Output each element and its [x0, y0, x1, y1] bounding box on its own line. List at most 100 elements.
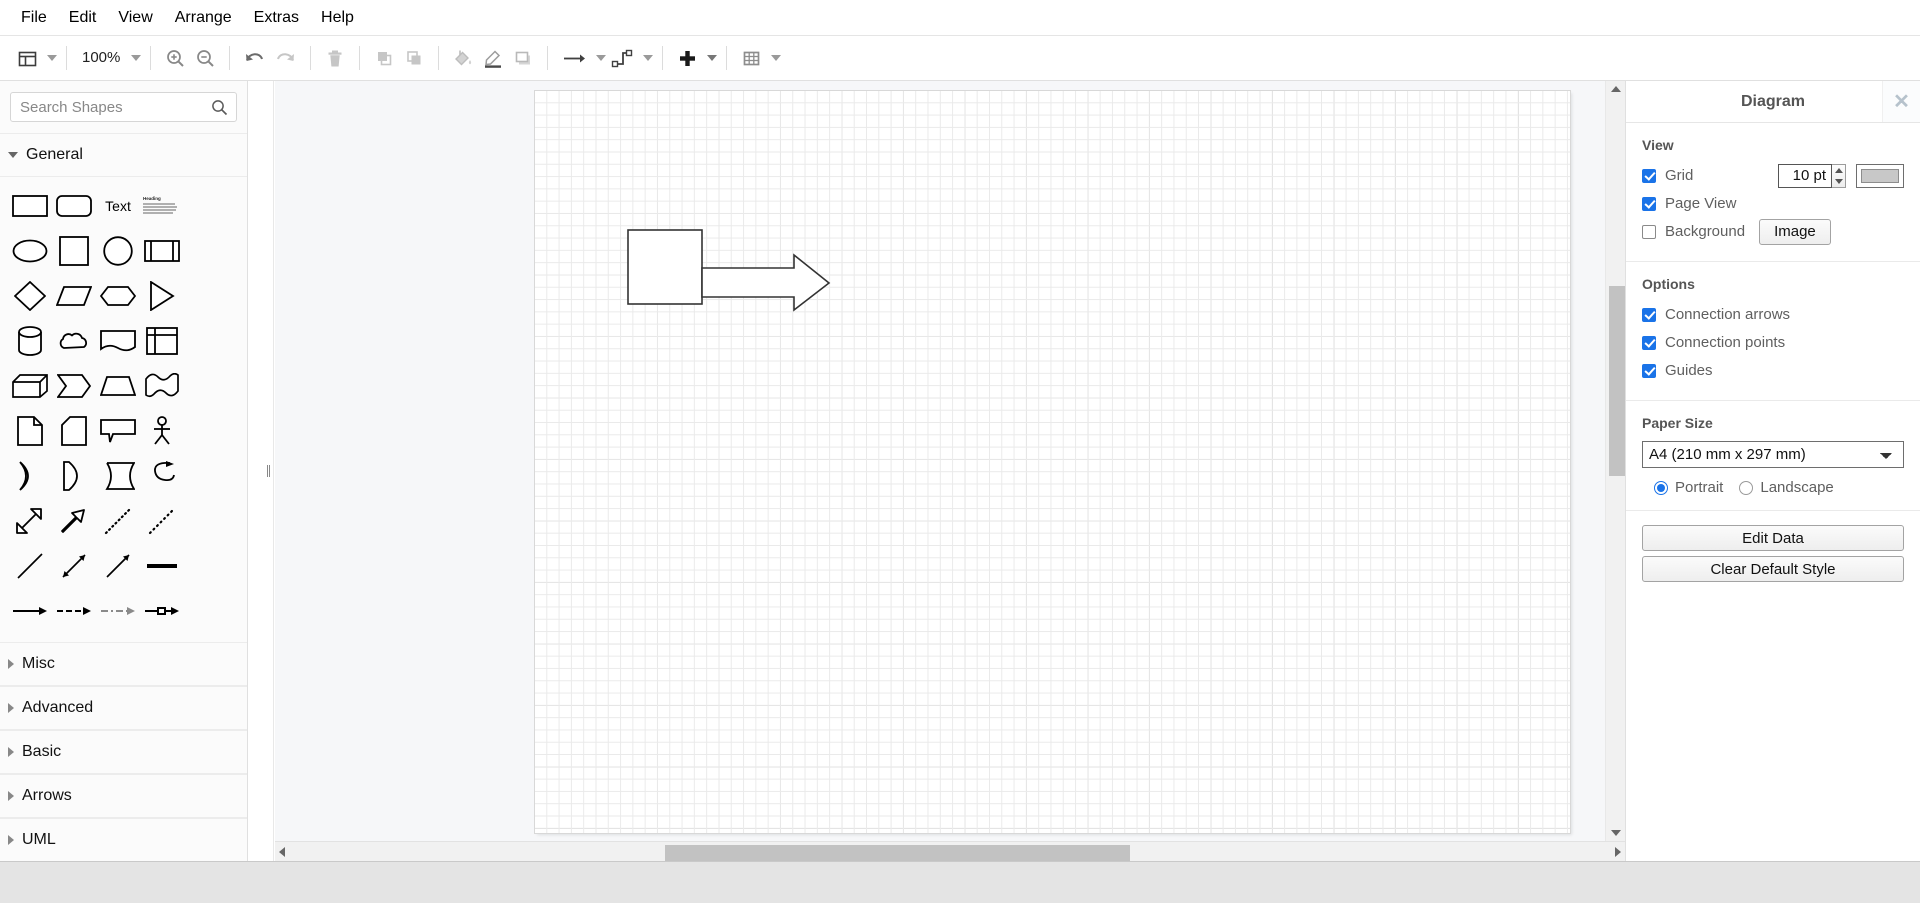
line-color-icon[interactable] [478, 43, 508, 73]
landscape-radio[interactable] [1739, 480, 1754, 495]
grid-checkbox[interactable] [1642, 168, 1656, 183]
shape-curved-arrow[interactable] [140, 455, 184, 497]
shape-ellipse[interactable] [8, 230, 52, 272]
stepper-up-icon[interactable] [1834, 167, 1843, 173]
sidebar-section-uml[interactable]: UML [0, 818, 247, 861]
connection-arrow-icon[interactable] [557, 43, 591, 73]
shape-bidirectional-arrow[interactable] [52, 545, 96, 587]
chevron-down-icon[interactable] [131, 55, 142, 61]
shape-dashed-arrow[interactable] [52, 590, 96, 632]
sidebar-section-misc[interactable]: Misc [0, 642, 247, 686]
fill-color-icon[interactable] [448, 43, 478, 73]
shape-textbox-heading[interactable]: Heading [140, 185, 184, 227]
guides-checkbox[interactable] [1642, 363, 1656, 378]
zoom-in-icon[interactable] [160, 43, 190, 73]
menu-file[interactable]: File [10, 4, 58, 32]
search-shapes-box[interactable] [10, 92, 237, 122]
chevron-down-icon[interactable] [771, 55, 782, 61]
shape-step[interactable] [52, 365, 96, 407]
canvas-vscrollbar[interactable] [1605, 81, 1625, 841]
shape-card[interactable] [52, 410, 96, 452]
view-layout-dropdown[interactable] [12, 43, 57, 73]
shape-diamond[interactable] [8, 275, 52, 317]
plus-icon[interactable] [672, 43, 702, 73]
sidebar-section-advanced[interactable]: Advanced [0, 686, 247, 730]
scroll-down-arrow-icon[interactable] [1611, 830, 1621, 836]
shape-trapezoid[interactable] [96, 365, 140, 407]
chevron-down-icon[interactable] [643, 55, 654, 61]
square-shape[interactable] [627, 229, 703, 305]
shape-single-arrow-outline[interactable] [52, 500, 96, 542]
menu-arrange[interactable]: Arrange [164, 4, 243, 32]
shape-text[interactable]: Text [96, 185, 140, 227]
shape-tape[interactable] [140, 365, 184, 407]
shape-hexagon[interactable] [96, 275, 140, 317]
scroll-right-arrow-icon[interactable] [1615, 847, 1621, 857]
stepper-down-icon[interactable] [1834, 178, 1843, 184]
shape-callout[interactable] [96, 410, 140, 452]
background-image-button[interactable]: Image [1759, 218, 1831, 245]
clear-default-style-button[interactable]: Clear Default Style [1642, 556, 1904, 582]
canvas-vscroll-thumb[interactable] [1609, 286, 1625, 476]
grid-size-stepper[interactable] [1832, 163, 1846, 188]
connection-arrow-dropdown[interactable] [557, 43, 607, 73]
paper-size-select[interactable]: A4 (210 mm x 297 mm) [1642, 441, 1904, 468]
table-icon[interactable] [736, 43, 766, 73]
shape-cylinder[interactable] [8, 320, 52, 362]
shape-thick-line[interactable] [140, 545, 184, 587]
search-icon[interactable] [211, 99, 228, 116]
shape-directional-arrow[interactable] [96, 545, 140, 587]
menu-view[interactable]: View [107, 4, 163, 32]
trash-icon[interactable] [320, 43, 350, 73]
bring-to-front-icon[interactable] [369, 43, 399, 73]
shape-square[interactable] [52, 230, 96, 272]
shape-document[interactable] [96, 320, 140, 362]
shape-triangle[interactable] [140, 275, 184, 317]
shape-internal-storage[interactable] [140, 320, 184, 362]
shape-line[interactable] [8, 545, 52, 587]
zoom-dropdown[interactable]: 100% [76, 48, 142, 68]
shape-circle[interactable] [96, 230, 140, 272]
shape-cube[interactable] [8, 365, 52, 407]
zoom-level-label[interactable]: 100% [76, 48, 126, 68]
shape-or[interactable] [8, 455, 52, 497]
table-dropdown[interactable] [736, 43, 782, 73]
connection-arrows-checkbox[interactable] [1642, 307, 1656, 322]
sidebar-section-arrows[interactable]: Arrows [0, 774, 247, 818]
shape-dashed-line[interactable] [140, 500, 184, 542]
canvas-hscrollbar[interactable] [275, 841, 1625, 861]
shape-note[interactable] [8, 410, 52, 452]
grid-size-input[interactable] [1778, 163, 1832, 188]
shape-double-arrow-outline[interactable] [8, 500, 52, 542]
shape-dotted-line[interactable] [96, 500, 140, 542]
background-checkbox[interactable] [1642, 224, 1656, 239]
edge-style-icon[interactable] [606, 43, 638, 73]
shape-connector-with-label[interactable] [140, 590, 184, 632]
menu-help[interactable]: Help [310, 4, 365, 32]
shape-cloud[interactable] [52, 320, 96, 362]
shadow-icon[interactable] [508, 43, 538, 73]
scroll-left-arrow-icon[interactable] [279, 847, 285, 857]
chevron-down-icon[interactable] [707, 55, 718, 61]
search-input[interactable] [11, 93, 236, 121]
undo-icon[interactable] [239, 43, 270, 73]
menu-edit[interactable]: Edit [58, 4, 108, 32]
sidebar-splitter[interactable] [264, 81, 274, 861]
chevron-down-icon[interactable] [596, 55, 607, 61]
close-icon[interactable]: ✕ [1882, 81, 1920, 122]
connection-points-checkbox[interactable] [1642, 335, 1656, 350]
insert-dropdown[interactable] [672, 43, 718, 73]
redo-icon[interactable] [270, 43, 301, 73]
diagram-canvas[interactable] [275, 81, 1625, 861]
diagram-page[interactable] [535, 91, 1570, 833]
canvas-hscroll-thumb[interactable] [665, 845, 1130, 861]
shape-link-arrow[interactable] [8, 590, 52, 632]
grid-color-swatch[interactable] [1856, 163, 1904, 188]
shape-rounded-rectangle[interactable] [52, 185, 96, 227]
block-arrow-shape[interactable] [701, 253, 831, 312]
layout-icon[interactable] [12, 43, 42, 73]
shape-and[interactable] [52, 455, 96, 497]
edit-data-button[interactable]: Edit Data [1642, 525, 1904, 551]
shape-dash-dot-arrow[interactable] [96, 590, 140, 632]
scroll-up-arrow-icon[interactable] [1611, 86, 1621, 92]
